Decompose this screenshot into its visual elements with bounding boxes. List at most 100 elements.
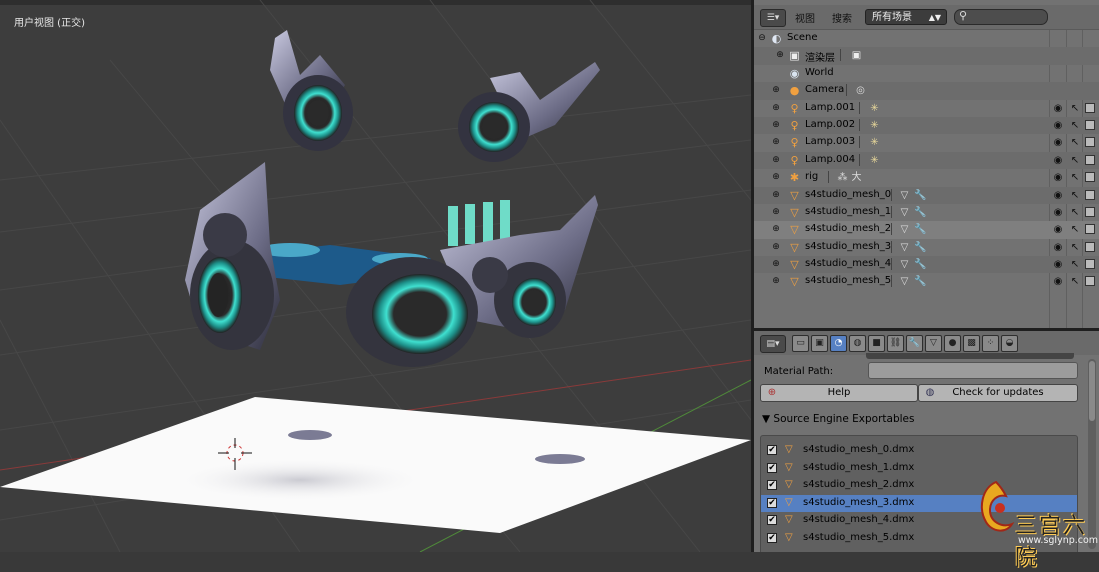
outliner-search-input[interactable]: ⚲ (954, 9, 1048, 25)
3d-viewport[interactable]: 用户视图 (正交) (0, 0, 751, 552)
export-checkbox[interactable]: ✔ (767, 480, 777, 490)
menu-search[interactable]: 搜索 (832, 10, 852, 25)
visibility-eye-icon[interactable]: ◉ (1052, 171, 1064, 184)
row-label: World (805, 66, 834, 78)
expand-toggle-icon[interactable]: ⊕ (772, 190, 780, 199)
expand-toggle-icon[interactable]: ⊕ (772, 207, 780, 216)
help-button[interactable]: ⊕ Help (760, 384, 918, 402)
outliner-row-mesh-5[interactable]: ⊕ ▽ s4studio_mesh_5 ▽ 🔧 ◉ ↖ (754, 273, 1099, 290)
visibility-eye-icon[interactable]: ◉ (1052, 102, 1064, 115)
tab-scene[interactable]: ◔ (830, 335, 847, 352)
expand-toggle-icon[interactable]: ⊕ (772, 242, 780, 251)
tab-texture[interactable]: ▩ (963, 335, 980, 352)
exportable-item-mesh-2[interactable]: ✔ ▽ s4studio_mesh_2.dmx (761, 477, 1077, 495)
tab-data[interactable]: ▽ (925, 335, 942, 352)
expand-toggle-icon[interactable]: ⊕ (772, 103, 780, 112)
outliner-row-scene[interactable]: ⊖ ◐ Scene (754, 30, 1099, 47)
material-path-field[interactable] (868, 362, 1078, 379)
selectable-cursor-icon[interactable]: ↖ (1070, 154, 1080, 167)
render-camera-icon[interactable] (1085, 119, 1095, 130)
selectable-cursor-icon[interactable]: ↖ (1070, 275, 1080, 288)
expand-toggle-icon[interactable]: ⊕ (772, 86, 780, 95)
selectable-cursor-icon[interactable]: ↖ (1070, 102, 1080, 115)
tab-particles[interactable]: ⁘ (982, 335, 999, 352)
render-camera-icon[interactable] (1085, 276, 1095, 287)
check-updates-button[interactable]: ◍ Check for updates (918, 384, 1078, 402)
exportable-item-mesh-0[interactable]: ✔ ▽ s4studio_mesh_0.dmx (761, 442, 1077, 460)
export-checkbox[interactable]: ✔ (767, 515, 777, 525)
render-camera-icon[interactable] (1085, 189, 1095, 200)
export-checkbox[interactable]: ✔ (767, 497, 777, 508)
visibility-eye-icon[interactable]: ◉ (1052, 241, 1064, 254)
selectable-cursor-icon[interactable]: ↖ (1070, 171, 1080, 184)
editor-type-button[interactable]: ☰▾ (760, 9, 786, 27)
outliner-row-camera[interactable]: ⊕ ● Camera ◎ (754, 82, 1099, 100)
render-camera-icon[interactable] (1085, 154, 1095, 165)
expand-toggle-icon[interactable]: ⊕ (772, 277, 780, 286)
row-label: s4studio_mesh_2 (805, 223, 892, 235)
expand-toggle-icon[interactable]: ⊕ (776, 51, 784, 60)
render-camera-icon[interactable] (1085, 259, 1095, 270)
visibility-eye-icon[interactable]: ◉ (1052, 154, 1064, 167)
render-camera-icon[interactable] (1085, 137, 1095, 148)
render-camera-icon[interactable] (1085, 102, 1095, 113)
selectable-cursor-icon[interactable]: ↖ (1070, 189, 1080, 202)
mesh-icon: ▽ (790, 258, 799, 272)
tab-world[interactable]: ◍ (849, 335, 866, 352)
tab-render-layers[interactable]: ▣ (811, 335, 828, 352)
selectable-cursor-icon[interactable]: ↖ (1070, 206, 1080, 219)
visibility-eye-icon[interactable]: ◉ (1052, 119, 1064, 132)
exportable-item-mesh-1[interactable]: ✔ ▽ s4studio_mesh_1.dmx (761, 460, 1077, 478)
selectable-cursor-icon[interactable]: ↖ (1070, 119, 1080, 132)
export-checkbox[interactable]: ✔ (767, 445, 777, 455)
visibility-eye-icon[interactable]: ◉ (1052, 206, 1064, 219)
export-checkbox[interactable]: ✔ (767, 462, 777, 473)
tab-material[interactable]: ● (944, 335, 961, 352)
scrollbar-thumb[interactable] (1089, 361, 1095, 421)
expand-toggle-icon[interactable]: ⊕ (772, 120, 780, 129)
visibility-eye-icon[interactable]: ◉ (1052, 136, 1064, 149)
selectable-cursor-icon[interactable]: ↖ (1070, 223, 1080, 236)
outliner-row-mesh-2[interactable]: ⊕ ▽ s4studio_mesh_2 ▽ 🔧 ◉ ↖ (754, 221, 1099, 239)
outliner-row-mesh-3[interactable]: ⊕ ▽ s4studio_mesh_3 ▽ 🔧 ◉ ↖ (754, 239, 1099, 256)
selectable-cursor-icon[interactable]: ↖ (1070, 258, 1080, 271)
clipped-field (866, 353, 1074, 359)
visibility-eye-icon[interactable]: ◉ (1052, 223, 1064, 236)
outliner-row-lamp-004[interactable]: ⊕ ♀ Lamp.004 ✳ ◉ ↖ (754, 151, 1099, 170)
tab-render[interactable]: ▭ (792, 335, 809, 352)
expand-toggle-icon[interactable]: ⊕ (772, 173, 780, 182)
outliner-row-rig[interactable]: ⊕ ✱ rig ⁂ 大 ◉ ↖ (754, 169, 1099, 186)
editor-type-button[interactable]: ▤▾ (760, 335, 786, 353)
render-camera-icon[interactable] (1085, 224, 1095, 235)
render-camera-icon[interactable] (1085, 206, 1095, 217)
expand-toggle-icon[interactable]: ⊕ (772, 260, 780, 269)
menu-view[interactable]: 视图 (795, 10, 815, 25)
collapse-toggle-icon[interactable]: ⊖ (758, 34, 766, 43)
outliner-row-render-layers[interactable]: ⊕ ▣ 渲染层 ▣ (754, 47, 1099, 65)
outliner-row-lamp-003[interactable]: ⊕ ♀ Lamp.003 ✳ ◉ ↖ (754, 134, 1099, 151)
tab-constraints[interactable]: ⛓ (887, 335, 904, 352)
expand-toggle-icon[interactable]: ⊕ (772, 225, 780, 234)
export-checkbox[interactable]: ✔ (767, 532, 777, 543)
selectable-cursor-icon[interactable]: ↖ (1070, 136, 1080, 149)
display-mode-select[interactable]: 所有场景 ▲▼ (865, 9, 947, 25)
visibility-eye-icon[interactable]: ◉ (1052, 189, 1064, 202)
outliner-row-lamp-001[interactable]: ⊕ ♀ Lamp.001 ✳ ◉ ↖ (754, 100, 1099, 117)
outliner-row-mesh-1[interactable]: ⊕ ▽ s4studio_mesh_1 ▽ 🔧 ◉ ↖ (754, 204, 1099, 221)
outliner-row-mesh-4[interactable]: ⊕ ▽ s4studio_mesh_4 ▽ 🔧 ◉ ↖ (754, 256, 1099, 274)
expand-toggle-icon[interactable]: ⊕ (772, 155, 780, 164)
outliner-row-mesh-0[interactable]: ⊕ ▽ s4studio_mesh_0 ▽ 🔧 ◉ ↖ (754, 186, 1099, 204)
visibility-eye-icon[interactable]: ◉ (1052, 275, 1064, 288)
visibility-eye-icon[interactable]: ◉ (1052, 258, 1064, 271)
tab-physics[interactable]: ◒ (1001, 335, 1018, 352)
render-camera-icon[interactable] (1085, 241, 1095, 252)
outliner-row-lamp-002[interactable]: ⊕ ♀ Lamp.002 ✳ ◉ ↖ (754, 116, 1099, 135)
expand-toggle-icon[interactable]: ⊕ (772, 138, 780, 147)
lamp-icon: ♀ (790, 101, 799, 115)
tab-object[interactable]: ■ (868, 335, 885, 352)
outliner-row-world[interactable]: ◉ World (754, 65, 1099, 82)
tab-modifiers[interactable]: 🔧 (906, 335, 923, 352)
source-engine-exportables-header[interactable]: ▼ Source Engine Exportables (762, 413, 914, 425)
render-camera-icon[interactable] (1085, 172, 1095, 183)
selectable-cursor-icon[interactable]: ↖ (1070, 241, 1080, 254)
